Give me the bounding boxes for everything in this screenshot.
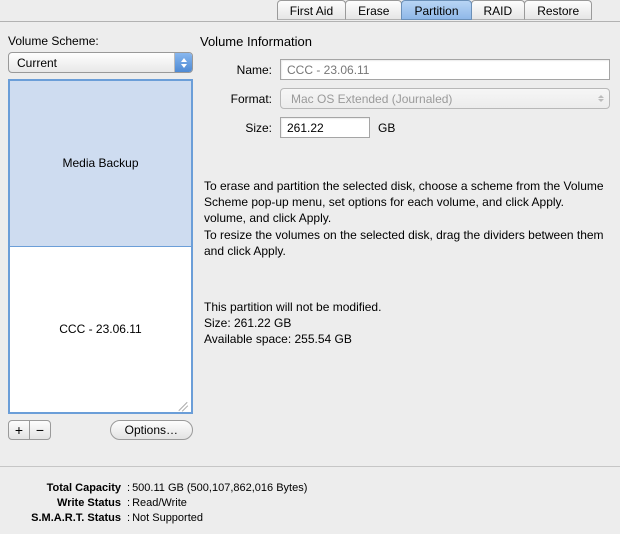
write-status-value: Read/Write: [132, 496, 187, 511]
tab-bar: First Aid Erase Partition RAID Restore: [0, 0, 620, 22]
instruction-line: To resize the volumes on the selected di…: [204, 227, 620, 259]
status-line: Available space: 255.54 GB: [204, 331, 620, 347]
volume-info-heading: Volume Information: [200, 34, 620, 49]
volume-scheme-label: Volume Scheme:: [8, 34, 193, 48]
instruction-line: To erase and partition the selected disk…: [204, 178, 620, 210]
smart-status-label: S.M.A.R.T. Status: [30, 511, 125, 526]
tab-restore[interactable]: Restore: [524, 0, 592, 20]
options-button-label: Options…: [125, 423, 178, 437]
format-value: Mac OS Extended (Journaled): [291, 92, 452, 106]
size-unit: GB: [378, 121, 395, 135]
select-arrows-icon: [174, 53, 192, 72]
instruction-text: To erase and partition the selected disk…: [200, 178, 620, 259]
total-capacity-label: Total Capacity: [30, 481, 125, 496]
partition-slot-2[interactable]: CCC - 23.06.11: [10, 247, 191, 413]
partition-layout[interactable]: Media Backup CCC - 23.06.11: [8, 79, 193, 414]
options-button[interactable]: Options…: [110, 420, 193, 440]
format-label: Format:: [200, 92, 280, 106]
tab-first-aid[interactable]: First Aid: [277, 0, 346, 20]
size-input[interactable]: [280, 117, 370, 138]
volume-scheme-value: Current: [9, 56, 174, 70]
add-partition-button[interactable]: +: [8, 420, 30, 440]
instruction-line: volume, and click Apply.: [204, 210, 620, 226]
remove-partition-button[interactable]: −: [29, 420, 51, 440]
name-label: Name:: [200, 63, 280, 77]
partition-slot-1[interactable]: Media Backup: [10, 81, 191, 247]
tab-erase[interactable]: Erase: [345, 0, 402, 20]
volume-scheme-select[interactable]: Current: [8, 52, 193, 73]
smart-status-value: Not Supported: [132, 511, 203, 526]
select-arrows-icon: [593, 95, 609, 102]
minus-icon: −: [36, 422, 44, 438]
partition-status-text: This partition will not be modified. Siz…: [200, 299, 620, 348]
resize-grip-icon[interactable]: [177, 398, 189, 410]
partition-slot-2-label: CCC - 23.06.11: [59, 322, 141, 336]
status-line: This partition will not be modified.: [204, 299, 620, 315]
size-label: Size:: [200, 121, 280, 135]
write-status-label: Write Status: [30, 496, 125, 511]
tab-raid[interactable]: RAID: [471, 0, 526, 20]
status-line: Size: 261.22 GB: [204, 315, 620, 331]
format-select[interactable]: Mac OS Extended (Journaled): [280, 88, 610, 109]
name-input[interactable]: [280, 59, 610, 80]
partition-slot-1-label: Media Backup: [62, 156, 138, 170]
disk-summary: Total Capacity : 500.11 GB (500,107,862,…: [0, 466, 620, 526]
total-capacity-value: 500.11 GB (500,107,862,016 Bytes): [132, 481, 307, 496]
plus-icon: +: [15, 422, 23, 438]
tab-partition[interactable]: Partition: [401, 0, 471, 20]
disk-utility-partition-pane: First Aid Erase Partition RAID Restore V…: [0, 0, 620, 534]
